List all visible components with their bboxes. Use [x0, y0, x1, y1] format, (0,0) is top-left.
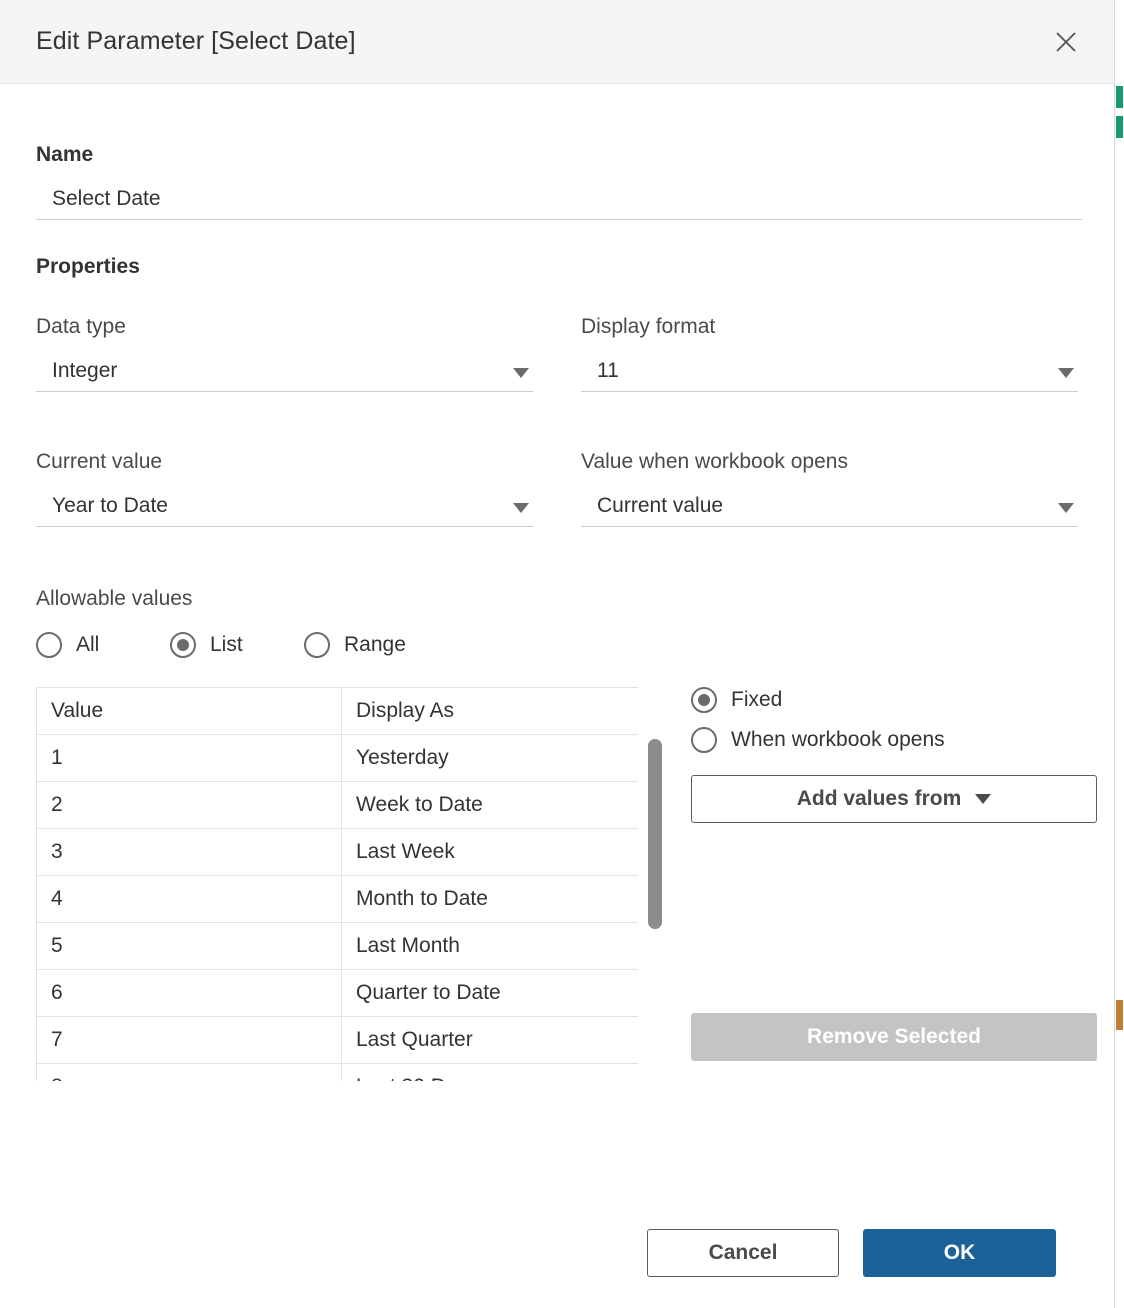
add-values-from-button[interactable]: Add values from: [691, 775, 1097, 823]
cell-display-as[interactable]: Week to Date: [341, 781, 638, 829]
chevron-down-icon: [975, 794, 992, 804]
add-values-from-label: Add values from: [796, 787, 962, 810]
name-input[interactable]: Select Date: [36, 187, 1082, 220]
radio-source-when-workbook-opens[interactable]: When workbook opens: [691, 727, 1101, 753]
data-type-label: Data type: [36, 315, 126, 338]
radio-allowable-list[interactable]: List: [170, 632, 304, 658]
value-when-workbook-opens-value: Current value: [597, 494, 724, 517]
list-source-radio-group: Fixed When workbook opens: [691, 687, 1101, 753]
cell-value[interactable]: 4: [36, 875, 342, 923]
values-table: Value Display As 1 Yesterday 2 Week to Date…: [36, 687, 638, 1081]
values-list-area: Value Display As 1 Yesterday 2 Week to Date…: [36, 687, 1097, 1081]
cell-value[interactable]: 6: [36, 969, 342, 1017]
current-value-field-group: Current value Year to Date: [36, 450, 533, 527]
allowable-values-radio-group: All List Range: [36, 632, 1078, 658]
radio-icon: [691, 727, 717, 753]
background-app-strip: [1114, 0, 1124, 1308]
table-row[interactable]: 4 Month to Date: [36, 875, 638, 923]
current-value-label: Current value: [36, 450, 163, 473]
radio-allowable-range[interactable]: Range: [304, 632, 438, 658]
dialog-title: Edit Parameter [Select Date]: [36, 27, 356, 55]
background-mark-orange: [1116, 1000, 1123, 1030]
table-row[interactable]: 6 Quarter to Date: [36, 969, 638, 1017]
cell-display-as[interactable]: Last Month: [341, 922, 638, 970]
cell-display-as[interactable]: Last Quarter: [341, 1016, 638, 1064]
ok-button-label: OK: [943, 1241, 976, 1264]
cell-display-as[interactable]: Last 30 Days: [341, 1063, 638, 1081]
background-mark-green: [1116, 86, 1123, 108]
data-type-select[interactable]: Integer: [36, 359, 533, 392]
chevron-down-icon: [513, 368, 529, 378]
name-section-heading: Name: [36, 143, 94, 166]
radio-allowable-all[interactable]: All: [36, 632, 170, 658]
edit-parameter-dialog: Edit Parameter [Select Date] Name Select…: [0, 0, 1114, 1308]
list-source-panel: Fixed When workbook opens Add values fro…: [691, 687, 1101, 1081]
table-row[interactable]: 8Last 30 Days: [36, 1063, 638, 1081]
properties-row-two: Current value Year to Date Value when wo…: [36, 450, 1078, 527]
radio-icon-selected: [691, 687, 717, 713]
radio-label: Range: [344, 633, 406, 656]
cell-display-as[interactable]: Last Week: [341, 828, 638, 876]
values-table-scrollbar[interactable]: [648, 739, 662, 1081]
value-when-workbook-opens-select[interactable]: Current value: [581, 494, 1078, 527]
properties-row-one: Data type Integer Display format 11: [36, 315, 1078, 392]
data-type-value: Integer: [52, 359, 118, 382]
current-value-value: Year to Date: [52, 494, 168, 517]
table-header-row: Value Display As: [36, 687, 638, 735]
close-icon[interactable]: [1044, 20, 1088, 64]
radio-label: List: [210, 633, 243, 656]
radio-source-fixed[interactable]: Fixed: [691, 687, 1101, 713]
dialog-footer: Cancel OK: [0, 1198, 1114, 1308]
ok-button[interactable]: OK: [863, 1229, 1056, 1277]
table-row[interactable]: 5 Last Month: [36, 922, 638, 970]
cell-value[interactable]: 2: [36, 781, 342, 829]
chevron-down-icon: [513, 503, 529, 513]
table-row[interactable]: 2 Week to Date: [36, 781, 638, 829]
cell-display-as[interactable]: Month to Date: [341, 875, 638, 923]
radio-icon: [36, 632, 62, 658]
display-format-select[interactable]: 11: [581, 359, 1078, 392]
properties-section-heading: Properties: [36, 255, 140, 278]
display-format-field-group: Display format 11: [581, 315, 1078, 392]
value-when-workbook-opens-label: Value when workbook opens: [581, 450, 848, 473]
column-header-display-as: Display As: [341, 687, 638, 735]
radio-label: Fixed: [731, 688, 783, 711]
current-value-select[interactable]: Year to Date: [36, 494, 533, 527]
value-when-workbook-opens-field-group: Value when workbook opens Current value: [581, 450, 1078, 527]
table-row[interactable]: 1 Yesterday: [36, 734, 638, 782]
table-row[interactable]: 7 Last Quarter: [36, 1016, 638, 1064]
display-format-value: 11: [597, 359, 619, 382]
column-header-value: Value: [36, 687, 342, 735]
radio-label: When workbook opens: [731, 728, 945, 751]
chevron-down-icon: [1058, 368, 1074, 378]
chevron-down-icon: [1058, 503, 1074, 513]
radio-label: All: [76, 633, 100, 656]
remove-selected-button[interactable]: Remove Selected: [691, 1013, 1097, 1061]
display-format-label: Display format: [581, 315, 716, 338]
table-row[interactable]: 3 Last Week: [36, 828, 638, 876]
radio-icon: [304, 632, 330, 658]
values-table-viewport[interactable]: Value Display As 1 Yesterday 2 Week to Date…: [36, 687, 638, 1081]
cell-value[interactable]: 8: [36, 1063, 342, 1081]
data-type-field-group: Data type Integer: [36, 315, 533, 392]
cell-display-as[interactable]: Quarter to Date: [341, 969, 638, 1017]
cell-value[interactable]: 1: [36, 734, 342, 782]
cell-value[interactable]: 3: [36, 828, 342, 876]
cell-value[interactable]: 5: [36, 922, 342, 970]
cell-value[interactable]: 7: [36, 1016, 342, 1064]
background-mark-green: [1116, 116, 1123, 138]
radio-icon-selected: [170, 632, 196, 658]
dialog-body: Name Select Date Properties Data type In…: [0, 84, 1114, 1081]
cancel-button-label: Cancel: [708, 1241, 778, 1264]
cancel-button[interactable]: Cancel: [647, 1229, 839, 1277]
allowable-values-label: Allowable values: [36, 587, 193, 610]
cell-display-as[interactable]: Yesterday: [341, 734, 638, 782]
dialog-titlebar: Edit Parameter [Select Date]: [0, 0, 1114, 84]
remove-selected-label: Remove Selected: [807, 1025, 981, 1048]
scrollbar-thumb[interactable]: [648, 739, 662, 929]
